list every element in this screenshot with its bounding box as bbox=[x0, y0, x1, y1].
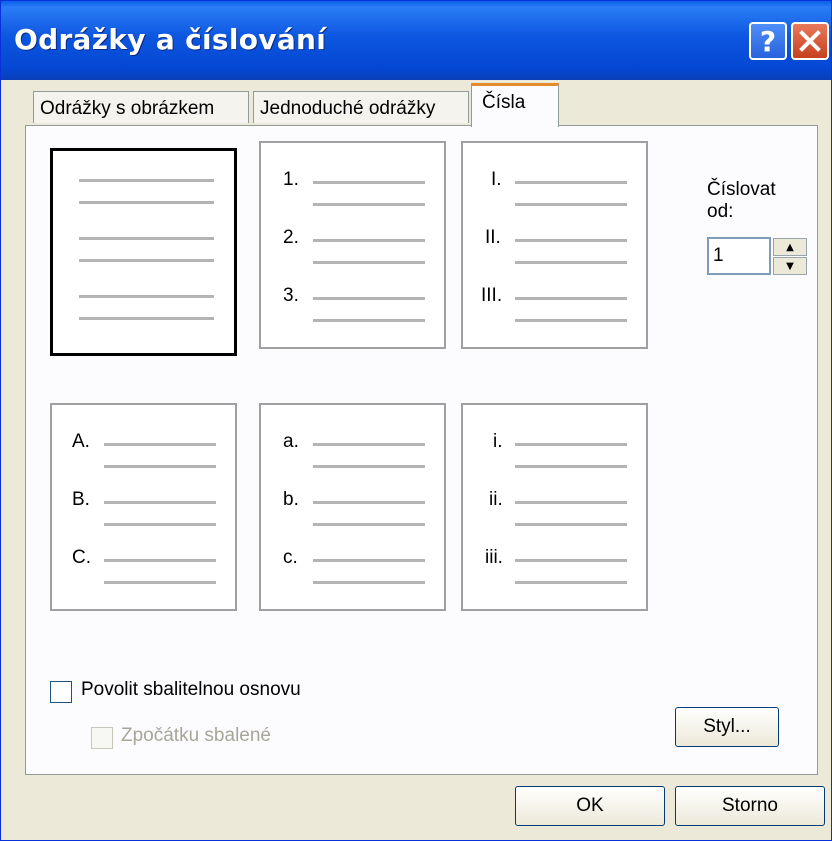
preview-line bbox=[104, 443, 216, 446]
preview-marker: II. bbox=[485, 227, 501, 248]
preview-line bbox=[104, 465, 216, 468]
start-at-label-line2: od: bbox=[707, 201, 734, 222]
preview-marker: 1. bbox=[283, 169, 299, 190]
tab-numbers[interactable]: Čísla bbox=[471, 83, 559, 127]
help-button[interactable]: ? bbox=[749, 22, 787, 60]
preview-line bbox=[515, 297, 627, 300]
preview-line bbox=[515, 523, 627, 526]
preview-line bbox=[79, 179, 214, 182]
preview-line bbox=[515, 443, 627, 446]
bullets-numbering-dialog: Odrážky a číslování ? Odrážky s obrázkem… bbox=[0, 0, 832, 841]
preview-line bbox=[104, 501, 216, 504]
preview-line bbox=[515, 559, 627, 562]
collapsible-outline-label[interactable]: Povolit sbalitelnou osnovu bbox=[81, 679, 301, 701]
initially-collapsed-checkbox[interactable] bbox=[91, 727, 113, 749]
question-mark-icon: ? bbox=[759, 24, 777, 58]
preview-line bbox=[515, 319, 627, 322]
preview-marker: C. bbox=[72, 547, 91, 568]
tab-label: Čísla bbox=[482, 92, 526, 113]
preview-line bbox=[313, 465, 425, 468]
preview-line bbox=[313, 559, 425, 562]
cancel-button[interactable]: Storno bbox=[675, 786, 825, 826]
tab-simple-bullets[interactable]: Jednoduché odrážky bbox=[253, 91, 469, 123]
initially-collapsed-label: Zpočátku sbalené bbox=[121, 725, 271, 746]
close-button[interactable] bbox=[791, 22, 829, 60]
preview-line bbox=[313, 523, 425, 526]
preview-marker: c. bbox=[283, 547, 298, 568]
arrow-up-icon: ▲ bbox=[786, 241, 794, 253]
preview-line bbox=[104, 559, 216, 562]
tab-picture-bullets[interactable]: Odrážky s obrázkem bbox=[33, 91, 249, 123]
preview-line bbox=[104, 523, 216, 526]
preview-line bbox=[313, 239, 425, 242]
arrow-down-icon: ▼ bbox=[786, 260, 794, 272]
preview-marker: b. bbox=[283, 489, 299, 510]
preview-line bbox=[313, 501, 425, 504]
preview-line bbox=[515, 181, 627, 184]
numbering-preset-upper-alpha[interactable]: A. B. C. bbox=[50, 403, 237, 611]
preview-marker: 2. bbox=[283, 227, 299, 248]
dialog-title: Odrážky a číslování bbox=[14, 23, 327, 56]
preview-marker: B. bbox=[72, 489, 90, 510]
start-at-input[interactable]: 1 bbox=[707, 237, 771, 275]
spin-down-button[interactable]: ▼ bbox=[773, 257, 807, 275]
preview-line bbox=[79, 237, 214, 240]
preview-marker: ii. bbox=[489, 489, 503, 510]
preview-marker: I. bbox=[491, 169, 502, 190]
preview-line bbox=[104, 581, 216, 584]
numbering-preset-lower-roman[interactable]: i. ii. iii. bbox=[461, 403, 648, 611]
close-icon bbox=[799, 30, 821, 52]
tab-label: Odrážky s obrázkem bbox=[40, 98, 215, 119]
numbering-preset-lower-alpha[interactable]: a. b. c. bbox=[259, 403, 446, 611]
style-button[interactable]: Styl... bbox=[675, 707, 779, 747]
numbering-preset-none[interactable] bbox=[50, 148, 237, 356]
preview-marker: a. bbox=[283, 431, 299, 452]
preview-marker: iii. bbox=[485, 547, 503, 568]
preview-line bbox=[313, 581, 425, 584]
preview-line bbox=[313, 203, 425, 206]
preview-line bbox=[313, 181, 425, 184]
preview-line bbox=[79, 201, 214, 204]
start-at-label-line1: Číslovat bbox=[707, 179, 776, 200]
ok-button[interactable]: OK bbox=[515, 786, 665, 826]
preview-marker: 3. bbox=[283, 285, 299, 306]
collapsible-outline-checkbox[interactable] bbox=[50, 681, 72, 703]
preview-marker: A. bbox=[72, 431, 90, 452]
preview-line bbox=[79, 317, 214, 320]
preview-marker: i. bbox=[493, 431, 503, 452]
numbering-preset-upper-roman[interactable]: I. II. III. bbox=[461, 141, 648, 349]
preview-line bbox=[313, 443, 425, 446]
preview-line bbox=[79, 295, 214, 298]
preview-line bbox=[515, 581, 627, 584]
preview-line bbox=[515, 239, 627, 242]
preview-line bbox=[515, 501, 627, 504]
preview-line bbox=[313, 261, 425, 264]
preview-line bbox=[515, 465, 627, 468]
preview-line bbox=[515, 203, 627, 206]
preview-line bbox=[313, 319, 425, 322]
preview-line bbox=[515, 261, 627, 264]
preview-line bbox=[313, 297, 425, 300]
title-bar[interactable]: Odrážky a číslování ? bbox=[1, 1, 831, 80]
preview-marker: III. bbox=[481, 285, 503, 306]
preview-line bbox=[79, 259, 214, 262]
numbering-preset-arabic[interactable]: 1. 2. 3. bbox=[259, 141, 446, 349]
spin-up-button[interactable]: ▲ bbox=[773, 238, 807, 256]
tab-label: Jednoduché odrážky bbox=[260, 98, 436, 119]
